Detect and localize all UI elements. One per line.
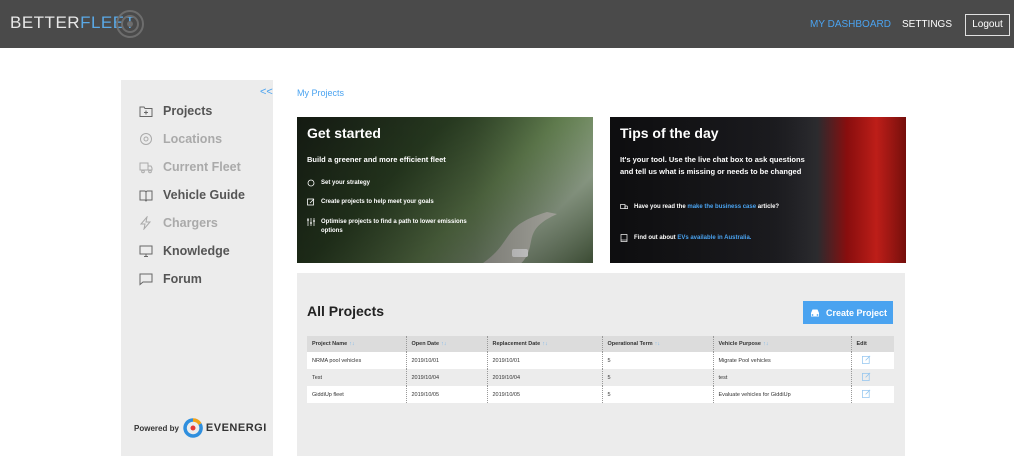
- table-row[interactable]: NRMA pool vehicles 2019/10/01 2019/10/01…: [307, 352, 894, 369]
- logout-button[interactable]: Logout: [965, 14, 1010, 36]
- location-pin-icon: [140, 133, 152, 145]
- top-navbar: BETTERFLEET MY DASHBOARD SETTINGS Logout: [0, 0, 1014, 48]
- sidebar-item-label: Chargers: [163, 216, 218, 230]
- sort-icon[interactable]: ↑↓: [655, 341, 661, 347]
- business-case-link[interactable]: make the business case: [687, 204, 756, 210]
- col-replacement-date[interactable]: Replacement Date ↑↓: [487, 336, 603, 352]
- col-edit: Edit: [851, 336, 894, 352]
- sidebar-item-label: Forum: [163, 272, 202, 286]
- edit-icon[interactable]: [861, 389, 871, 398]
- sidebar-item-label: Locations: [163, 132, 223, 146]
- sort-icon[interactable]: ↑↓: [441, 341, 447, 347]
- edit-icon[interactable]: [861, 372, 871, 381]
- folder-plus-icon: [139, 106, 153, 117]
- brand-part1: BETTER: [10, 13, 81, 32]
- tips-subtitle: It's your tool. Use the live chat box to…: [620, 155, 805, 176]
- sidebar-item-forum[interactable]: Forum: [139, 270, 202, 288]
- table-row[interactable]: GiddiUp fleet 2019/10/05 2019/10/05 5 Ev…: [307, 386, 894, 403]
- sort-icon[interactable]: ↑↓: [763, 341, 769, 347]
- chat-icon: [139, 273, 153, 286]
- sliders-icon: [307, 218, 315, 226]
- create-project-button[interactable]: Create Project: [803, 301, 893, 324]
- target-icon: [307, 179, 315, 187]
- col-open-date[interactable]: Open Date ↑↓: [406, 336, 488, 352]
- lightning-icon: [139, 216, 152, 230]
- table-row[interactable]: Test 2019/10/04 2019/10/04 5 test: [307, 369, 894, 386]
- create-project-label: Create Project: [825, 307, 888, 318]
- book-icon: [139, 190, 153, 202]
- sidebar-item-current-fleet[interactable]: Current Fleet: [139, 158, 241, 176]
- sort-icon[interactable]: ↑↓: [349, 341, 355, 347]
- collapse-sidebar-icon[interactable]: <<: [260, 86, 273, 98]
- all-projects-title: All Projects: [307, 303, 385, 319]
- col-operational-term[interactable]: Operational Term ↑↓: [602, 336, 714, 352]
- tip-evs-australia: Find out about EVs available in Australi…: [620, 234, 800, 243]
- sidebar-item-knowledge[interactable]: Knowledge: [139, 242, 230, 260]
- device-icon: [620, 234, 628, 242]
- evenergi-logo-icon: [183, 418, 203, 438]
- tips-card: Tips of the day It's your tool. Use the …: [610, 117, 906, 263]
- tips-title: Tips of the day: [620, 125, 719, 141]
- monitor-icon: [139, 245, 153, 257]
- bullet-strategy: Set your strategy: [307, 179, 497, 188]
- sidebar-item-vehicle-guide[interactable]: Vehicle Guide: [139, 186, 245, 204]
- sort-icon[interactable]: ↑↓: [542, 341, 548, 347]
- get-started-card: Get started Build a greener and more eff…: [297, 117, 593, 263]
- sidebar-item-label: Knowledge: [163, 244, 230, 258]
- projects-table: Project Name ↑↓ Open Date ↑↓ Replacement D…: [307, 336, 894, 403]
- sidebar: << Projects Locations Current Fleet Vehi…: [121, 80, 273, 456]
- sidebar-item-projects[interactable]: Projects: [139, 102, 212, 120]
- nav-my-dashboard[interactable]: MY DASHBOARD: [810, 19, 891, 30]
- edit-icon[interactable]: [861, 355, 871, 364]
- truck-icon: [620, 204, 628, 209]
- sidebar-item-label: Vehicle Guide: [163, 188, 245, 202]
- powered-by-label: Powered by: [134, 423, 179, 433]
- sidebar-item-label: Projects: [163, 104, 213, 118]
- all-projects-panel: All Projects Create Project Project Name…: [297, 273, 905, 456]
- powered-by-brand: EVENERGI: [205, 422, 267, 434]
- tip-business-case: Have you read the make the business case…: [620, 203, 800, 212]
- bullet-create-projects: Create projects to help meet your goals: [307, 198, 497, 207]
- brand-icon: [116, 10, 144, 38]
- col-project-name[interactable]: Project Name ↑↓: [307, 336, 407, 352]
- get-started-subtitle: Build a greener and more efficient fleet: [307, 155, 446, 164]
- sidebar-item-chargers[interactable]: Chargers: [139, 214, 218, 232]
- powered-by[interactable]: Powered by EVENERGI: [134, 418, 267, 438]
- breadcrumb[interactable]: My Projects: [297, 88, 344, 98]
- sidebar-item-locations[interactable]: Locations: [139, 130, 222, 148]
- sidebar-item-label: Current Fleet: [163, 160, 241, 174]
- car-icon: [810, 309, 819, 316]
- bullet-optimise: Optimise projects to find a path to lowe…: [307, 218, 472, 236]
- nav-settings[interactable]: SETTINGS: [902, 19, 952, 30]
- evs-australia-link[interactable]: EVs available in Australia.: [677, 235, 751, 241]
- edit-icon: [307, 198, 315, 206]
- get-started-title: Get started: [307, 125, 381, 141]
- col-vehicle-purpose[interactable]: Vehicle Purpose ↑↓: [713, 336, 852, 352]
- truck-icon: [139, 162, 153, 174]
